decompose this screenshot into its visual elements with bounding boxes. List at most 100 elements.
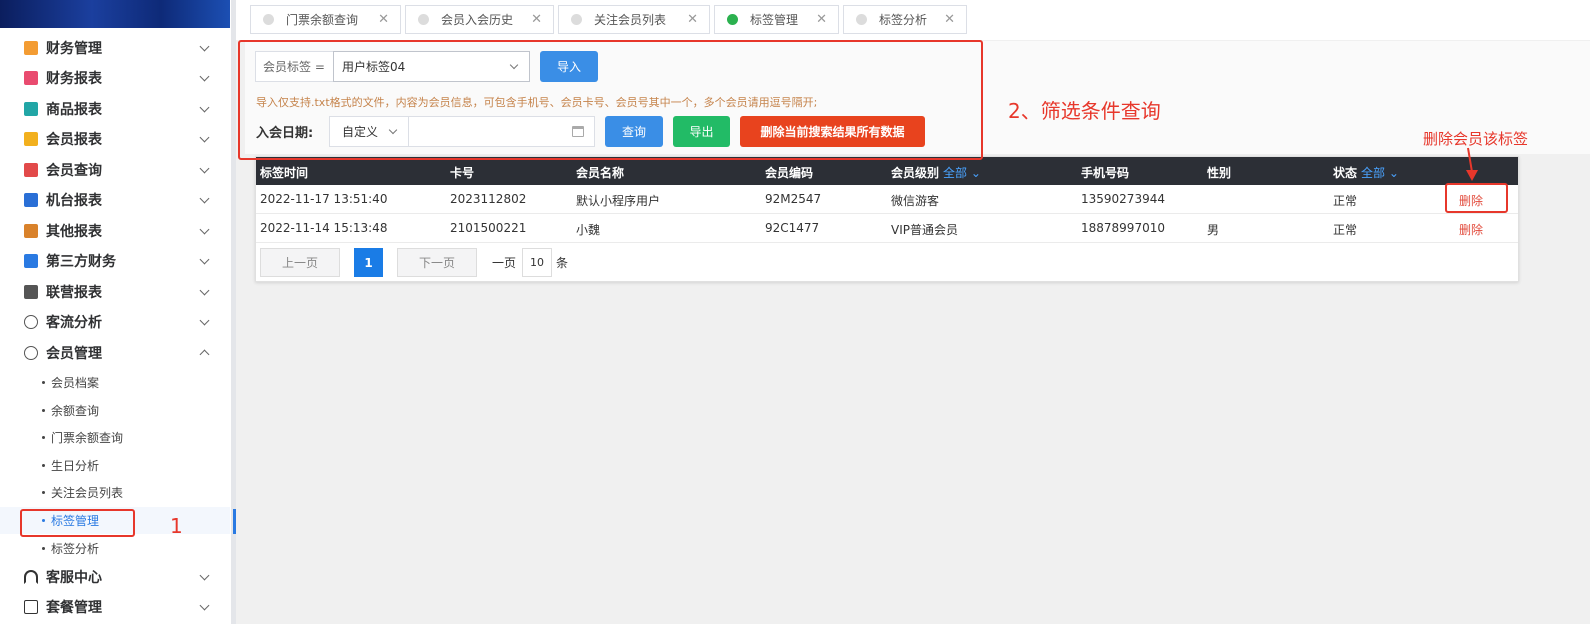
annotation-step2-text: 2、筛选条件查询 — [1008, 99, 1161, 123]
sidebar-item-member-search[interactable]: 会员查询 — [0, 155, 230, 185]
tab-label: 会员入会历史 — [441, 13, 514, 27]
close-icon[interactable]: ✕ — [378, 12, 389, 27]
sidebar-item-member-management[interactable]: 会员管理 — [0, 338, 230, 368]
close-icon[interactable]: ✕ — [944, 12, 955, 27]
report-book-icon — [24, 71, 38, 85]
annotation-menu-box — [20, 509, 135, 537]
tab-label: 门票余额查询 — [286, 13, 359, 27]
sidebar-item-joint-report[interactable]: 联营报表 — [0, 277, 230, 307]
prev-page-button[interactable]: 上一页 — [260, 248, 340, 277]
cell-member-level: VIP普通会员 — [891, 223, 958, 237]
cell-tag-time: 2022-11-17 13:51:40 — [260, 192, 388, 206]
close-icon[interactable]: ✕ — [687, 12, 698, 27]
status-filter-dropdown[interactable]: 全部 ⌄ — [1361, 166, 1399, 180]
header-member-code: 会员编码 — [765, 166, 814, 180]
annotation-filter-box — [238, 40, 983, 160]
tab-tag-management[interactable]: 标签管理 ✕ — [714, 5, 839, 34]
header-status: 状态 全部 ⌄ — [1333, 164, 1399, 181]
sidebar-item-customer-service[interactable]: 客服中心 — [0, 562, 230, 592]
sidebar-item-package-management[interactable]: 套餐管理 — [0, 592, 230, 622]
cell-member-name: 默认小程序用户 — [576, 194, 661, 208]
tab-label: 标签分析 — [879, 13, 928, 27]
next-page-button[interactable]: 下一页 — [397, 248, 477, 277]
sidebar-logo-banner — [0, 0, 230, 28]
bullet-icon — [42, 464, 45, 467]
cell-tag-time: 2022-11-14 15:13:48 — [260, 221, 388, 235]
page-size-input[interactable]: 10 — [522, 248, 552, 277]
sidebar-item-other-report[interactable]: 其他报表 — [0, 216, 230, 246]
sidebar-item-label: 会员报表 — [46, 132, 102, 148]
tab-status-dot — [418, 14, 429, 25]
headset-icon — [24, 570, 38, 584]
cell-card-number: 2101500221 — [450, 221, 527, 235]
level-filter-dropdown[interactable]: 全部 ⌄ — [943, 166, 981, 180]
sidebar-item-finance-report[interactable]: 财务报表 — [0, 63, 230, 93]
users-icon — [24, 285, 38, 299]
sidebar-item-member-report[interactable]: 会员报表 — [0, 124, 230, 154]
sidebar-item-label: 会员管理 — [46, 346, 102, 362]
layers-icon — [24, 224, 38, 238]
annotation-delete-box — [1445, 183, 1508, 213]
delete-tag-link[interactable]: 删除 — [1459, 221, 1483, 238]
table-header: 标签时间 卡号 会员名称 会员编码 会员级别 全部 ⌄ 手机号码 性别 状态 全部 … — [256, 157, 1518, 185]
sidebar-subitem-ticket-balance[interactable]: 门票余额查询 — [0, 424, 230, 451]
sidebar-item-label: 客流分析 — [46, 315, 102, 331]
tab-tag-analysis[interactable]: 标签分析 ✕ — [843, 5, 967, 34]
sidebar-item-traffic-analysis[interactable]: 客流分析 — [0, 307, 230, 337]
goods-report-icon — [24, 102, 38, 116]
tab-bar: 门票余额查询 ✕ 会员入会历史 ✕ 关注会员列表 ✕ 标签管理 ✕ 标签分析 ✕ — [236, 0, 1590, 40]
cell-member-code: 92M2547 — [765, 192, 822, 206]
sidebar-subitem-followed-members[interactable]: 关注会员列表 — [0, 479, 230, 506]
chevron-down-icon — [199, 285, 210, 296]
sidebar-subitem-label: 余额查询 — [51, 404, 100, 418]
header-tag-time: 标签时间 — [260, 166, 309, 180]
sidebar-subitem-tag-analysis[interactable]: 标签分析 — [0, 535, 230, 562]
sidebar-item-label: 商品报表 — [46, 102, 102, 118]
sidebar-subitem-birthday-analysis[interactable]: 生日分析 — [0, 452, 230, 479]
cell-gender: 男 — [1207, 223, 1220, 237]
bullet-icon — [42, 436, 45, 439]
chevron-down-icon — [199, 254, 210, 265]
cell-member-level: 微信游客 — [891, 194, 940, 208]
page-1-button[interactable]: 1 — [354, 248, 383, 277]
chevron-down-icon — [199, 41, 210, 52]
header-card-number: 卡号 — [450, 166, 475, 180]
sidebar-item-label: 联营报表 — [46, 285, 102, 301]
tag-member-table: 标签时间 卡号 会员名称 会员编码 会员级别 全部 ⌄ 手机号码 性别 状态 全部 … — [255, 156, 1519, 282]
header-phone: 手机号码 — [1081, 166, 1130, 180]
chevron-down-icon — [199, 600, 210, 611]
table-row: 2022-11-17 13:51:40 2023112802 默认小程序用户 9… — [256, 185, 1518, 214]
level-filter-value: 全部 — [943, 166, 968, 180]
tab-ticket-balance[interactable]: 门票余额查询 ✕ — [250, 5, 401, 34]
sidebar-subitem-balance-query[interactable]: 余额查询 — [0, 397, 230, 424]
sidebar-item-machine-report[interactable]: 机台报表 — [0, 185, 230, 215]
close-icon[interactable]: ✕ — [531, 12, 542, 27]
chevron-down-icon — [199, 163, 210, 174]
header-member-name: 会员名称 — [576, 166, 625, 180]
tab-followed-members[interactable]: 关注会员列表 ✕ — [558, 5, 710, 34]
tab-status-dot — [727, 14, 738, 25]
sidebar-subitem-member-files[interactable]: 会员档案 — [0, 369, 230, 396]
sidebar-item-label: 财务报表 — [46, 71, 102, 87]
bullet-icon — [42, 491, 45, 494]
chevron-down-icon — [199, 71, 210, 82]
cell-phone: 18878997010 — [1081, 221, 1165, 235]
calculator-icon — [24, 254, 38, 268]
cell-card-number: 2023112802 — [450, 192, 527, 206]
sidebar-item-goods-report[interactable]: 商品报表 — [0, 94, 230, 124]
bullet-icon — [42, 381, 45, 384]
chevron-down-icon — [199, 315, 210, 326]
annotation-arrow-icon — [1466, 147, 1478, 181]
sidebar-item-finance-management[interactable]: 财务管理 — [0, 33, 230, 63]
machine-report-icon — [24, 193, 38, 207]
sidebar-item-third-party-finance[interactable]: 第三方财务 — [0, 246, 230, 276]
sidebar-item-label: 客服中心 — [46, 570, 102, 586]
tab-member-join-history[interactable]: 会员入会历史 ✕ — [405, 5, 554, 34]
header-member-level-label: 会员级别 — [891, 166, 940, 180]
per-page-suffix: 条 — [556, 256, 569, 270]
close-icon[interactable]: ✕ — [816, 12, 827, 27]
tab-status-dot — [571, 14, 582, 25]
edit-icon — [24, 600, 38, 614]
header-member-level: 会员级别 全部 ⌄ — [891, 164, 981, 181]
sidebar-item-label: 会员查询 — [46, 163, 102, 179]
